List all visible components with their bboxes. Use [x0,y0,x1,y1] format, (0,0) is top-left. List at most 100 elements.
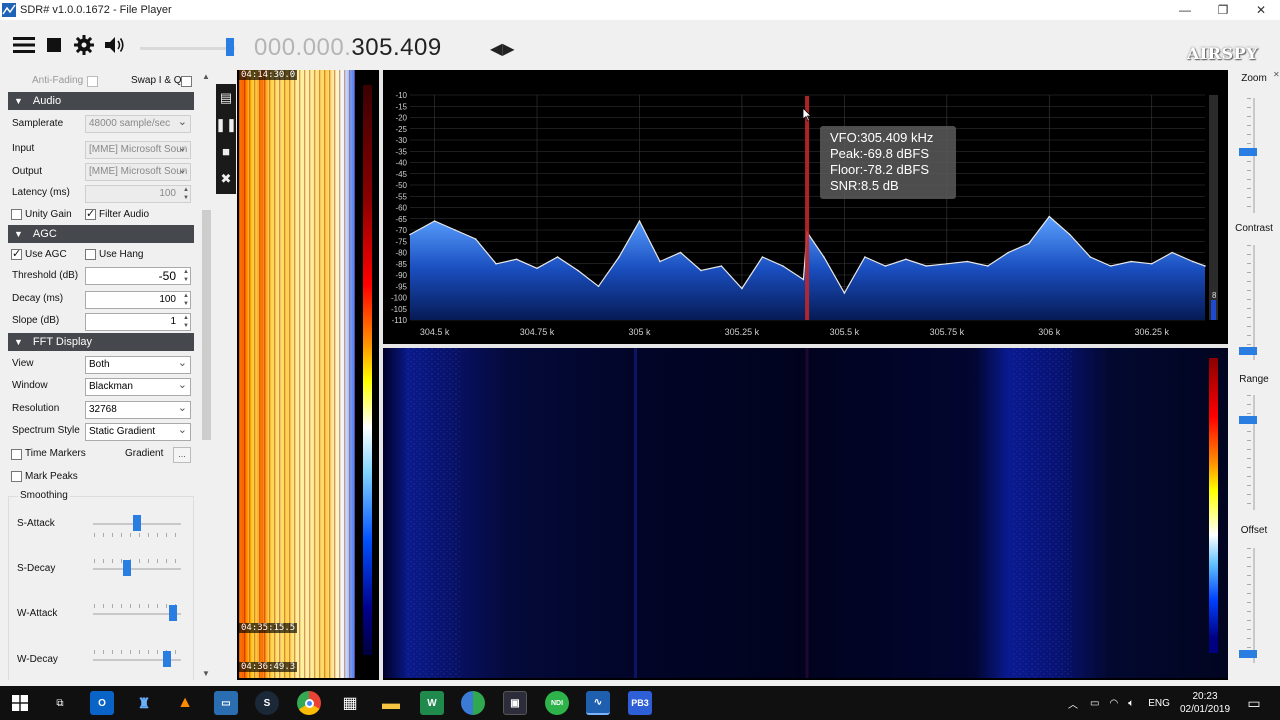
wifi-icon[interactable]: ◠ [1109,698,1118,709]
notes-app-icon[interactable]: W [420,691,444,715]
file-explorer-icon[interactable]: ▬ [379,691,403,715]
y-tick-label: -20 [395,114,407,123]
spectrum-point [823,256,825,258]
clock[interactable]: 20:23 02/01/2019 [1178,690,1232,716]
offset-slider[interactable] [1253,548,1255,663]
y-tick-label: -110 [392,316,408,325]
contrast-slider[interactable] [1253,245,1255,360]
scrollbar-thumb[interactable] [202,210,211,440]
range-label: Range [1239,374,1269,385]
waterfall-noise-left [405,348,461,678]
settings-scrollbar[interactable]: ▲ ▼ [200,70,213,680]
stop-icon[interactable] [46,20,62,70]
volume-slider-thumb[interactable] [226,38,234,56]
frequency-digits[interactable]: 305.409 [351,34,441,61]
unity-gain-checkbox[interactable] [11,209,22,220]
vfo-marker[interactable] [805,96,810,320]
gradient-button[interactable]: ... [173,447,191,463]
waterfall-noise-right [1013,348,1073,678]
latency-input[interactable]: 100 [85,185,191,203]
globe-app-icon[interactable] [461,691,485,715]
waterfall-gradient-bar [1209,358,1218,653]
filter-audio-checkbox[interactable] [85,207,96,220]
input-device-select[interactable]: [MME] Microsoft Soun [85,141,191,159]
calculator-icon[interactable]: ▦ [338,691,362,715]
open-file-icon[interactable]: ▤ [216,84,236,111]
spectrum-style-select[interactable]: Static Gradient [85,423,191,441]
battery-icon[interactable]: ▭ [1090,698,1099,709]
use-hang-checkbox[interactable] [85,249,96,260]
anti-fading-checkbox[interactable] [87,76,98,87]
use-agc-checkbox[interactable] [11,247,22,260]
swap-iq-checkbox[interactable] [181,76,192,87]
mark-peaks-checkbox[interactable] [11,471,22,482]
snr-meter-label: 8 [1212,291,1217,300]
task-view-icon[interactable]: ⧉ [48,691,72,715]
notifications-icon[interactable]: ▭ [1242,691,1266,715]
sdrsharp-taskbar-icon[interactable]: ∿ [586,691,610,715]
minimize-button[interactable]: — [1166,0,1204,20]
fft-section-header[interactable]: ▼ FFT Display [8,333,194,351]
scroll-up-icon[interactable]: ▲ [202,72,210,81]
s-attack-thumb[interactable] [133,515,141,531]
windows-start-icon[interactable] [8,691,32,715]
tuning-arrows-icon[interactable]: ◀▶ [490,39,515,59]
w-attack-slider[interactable] [93,613,181,615]
slope-input[interactable]: 1 [85,313,191,331]
pause-icon[interactable]: ❚❚ [215,111,237,138]
ndi-app-icon[interactable]: NDI [545,691,569,715]
maximize-button[interactable]: ❐ [1204,0,1242,20]
spectrum-style-label: Spectrum Style [12,425,80,436]
s-decay-slider[interactable] [93,568,181,570]
contrast-thumb[interactable] [1239,346,1257,355]
y-tick-label: -95 [395,282,407,291]
threshold-label: Threshold (dB) [12,270,79,281]
input-label: Input [12,143,35,154]
volume-tray-icon[interactable]: 🔈︎ [1128,698,1134,709]
range-thumb[interactable] [1239,416,1257,425]
zoom-thumb[interactable] [1239,148,1257,156]
scroll-down-icon[interactable]: ▼ [202,669,210,678]
decay-input[interactable]: 100 [85,291,191,309]
agc-section-header[interactable]: ▼ AGC [8,225,194,243]
x-tick-label: 306 k [1038,327,1061,337]
tray-expand-icon[interactable]: ︿ [1068,696,1078,711]
frequency-dim-digits[interactable]: 000.000. [254,34,351,61]
spectrum-point [495,262,497,265]
resolution-select[interactable]: 32768 [85,401,191,419]
close-button[interactable]: ✕ [1242,0,1280,20]
generic-app-icon[interactable]: ♜ [132,691,156,715]
snr-meter [1209,95,1218,320]
audio-section-header[interactable]: ▼ Audio [8,92,194,110]
menu-icon[interactable] [12,20,36,70]
stop-playback-icon[interactable]: ■ [216,138,236,165]
w-attack-thumb[interactable] [169,605,177,621]
remote-desktop-icon[interactable]: ▭ [214,691,238,715]
spectrum-point [409,233,411,236]
w-decay-thumb[interactable] [162,651,171,667]
frequency-display[interactable]: 000.000.305.409 [254,34,442,62]
steam-icon[interactable]: S [255,691,279,715]
vlc-icon[interactable]: ▲ [173,691,197,715]
window-title: SDR# v1.0.0.1672 - File Player [20,4,172,16]
main-waterfall[interactable] [383,348,1228,678]
offset-thumb[interactable] [1239,649,1257,658]
speaker-icon[interactable] [103,20,127,70]
threshold-input[interactable]: -50 [85,267,191,285]
terminal-app-icon[interactable]: ▣ [503,691,527,715]
volume-slider-track[interactable] [140,47,235,50]
outlook-icon[interactable]: O [90,691,114,715]
window-select[interactable]: Blackman [85,378,191,396]
chrome-icon[interactable] [297,691,321,715]
language-indicator[interactable]: ENG [1148,698,1170,709]
time-markers-checkbox[interactable] [11,449,22,460]
tools-icon[interactable]: ✖ [216,165,236,192]
gear-icon[interactable] [72,20,96,70]
pb3-app-icon[interactable]: PB3 [628,691,652,715]
x-tick-label: 306.25 k [1134,327,1169,337]
range-slider[interactable] [1253,395,1255,510]
view-select[interactable]: Both [85,356,191,374]
s-decay-thumb[interactable] [123,560,132,576]
samplerate-select[interactable]: 48000 sample/sec [85,115,191,133]
output-device-select[interactable]: [MME] Microsoft Soun [85,163,191,181]
